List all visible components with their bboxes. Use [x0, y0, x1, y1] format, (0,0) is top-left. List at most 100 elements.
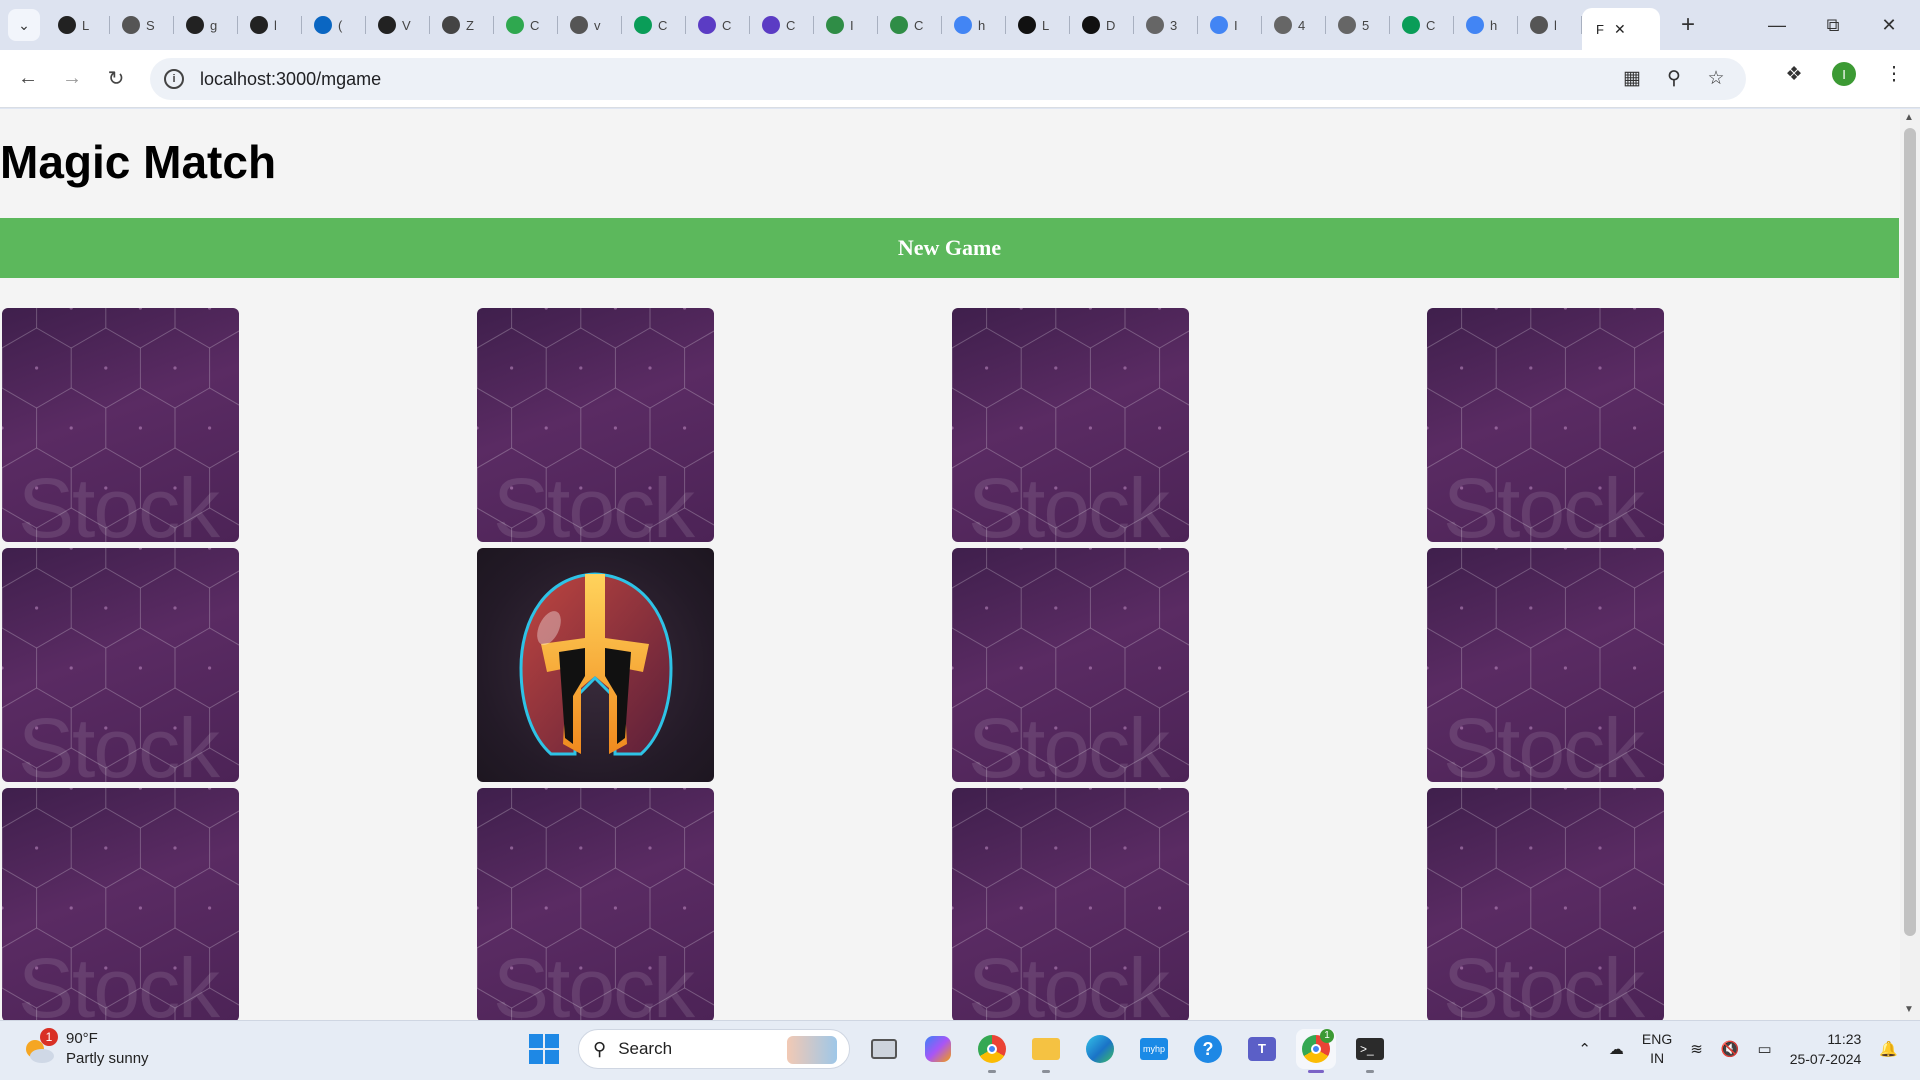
browser-tab[interactable]: C — [1390, 0, 1454, 50]
browser-tab[interactable]: I — [1198, 0, 1262, 50]
extensions-icon[interactable]: ❖ — [1782, 62, 1806, 86]
weather-badge: 1 — [40, 1028, 58, 1046]
browser-tab[interactable]: 4 — [1262, 0, 1326, 50]
terminal-icon[interactable]: >_ — [1350, 1029, 1390, 1073]
edge-icon[interactable] — [1080, 1029, 1120, 1069]
browser-tab[interactable]: I — [814, 0, 878, 50]
notifications-bell-icon[interactable]: 🔔 — [1879, 1040, 1898, 1058]
minimize-button[interactable]: — — [1749, 0, 1805, 50]
help-icon[interactable]: ? — [1188, 1029, 1228, 1069]
memory-card[interactable]: Stock — [1427, 788, 1664, 1020]
browser-tab[interactable]: C — [622, 0, 686, 50]
browser-tab[interactable]: 3 — [1134, 0, 1198, 50]
address-bar[interactable]: i localhost:3000/mgame ▦ ⚲ ☆ — [150, 58, 1746, 100]
google-icon — [1210, 16, 1228, 34]
browser-tab[interactable]: L — [46, 0, 110, 50]
chevron-up-icon[interactable]: ⌃ — [1578, 1040, 1591, 1058]
clock[interactable]: 11:23 25-07-2024 — [1790, 1029, 1862, 1069]
tab-title: h — [978, 17, 986, 33]
bookmark-star-icon[interactable]: ☆ — [1704, 66, 1728, 90]
memory-card[interactable]: Stock — [1427, 548, 1664, 782]
close-tab-icon[interactable]: ✕ — [1614, 21, 1626, 38]
scroll-up-icon[interactable]: ▲ — [1904, 112, 1914, 123]
tab-title: L — [82, 17, 90, 33]
card-watermark: Stock — [1443, 701, 1645, 782]
browser-tab[interactable]: Z — [430, 0, 494, 50]
browser-tab[interactable]: v — [558, 0, 622, 50]
memory-card[interactable]: Stock — [2, 788, 239, 1020]
battery-icon[interactable]: ▭ — [1758, 1040, 1772, 1058]
profile-avatar[interactable]: I — [1832, 62, 1856, 86]
myhp-icon[interactable]: myhp — [1134, 1029, 1174, 1069]
memory-card[interactable]: Stock — [477, 788, 714, 1020]
github-icon — [58, 16, 76, 34]
active-tab[interactable]: F ✕ — [1582, 8, 1660, 50]
browser-tab[interactable]: h — [942, 0, 1006, 50]
close-window-button[interactable]: ✕ — [1861, 0, 1917, 50]
windows-start-icon[interactable] — [524, 1029, 564, 1069]
speaker-muted-icon[interactable]: 🔇 — [1721, 1040, 1740, 1058]
browser-tab[interactable]: l — [238, 0, 302, 50]
tab-title: Z — [466, 17, 474, 33]
browser-tab[interactable]: C — [878, 0, 942, 50]
browser-tab[interactable]: C — [750, 0, 814, 50]
weather-widget[interactable]: 1 90°F Partly sunny — [22, 1028, 149, 1069]
memory-card-revealed[interactable] — [477, 548, 714, 782]
gfg-icon — [826, 16, 844, 34]
h-icon — [1082, 16, 1100, 34]
forward-button[interactable]: → — [52, 59, 92, 99]
new-game-button[interactable]: New Game — [0, 218, 1899, 278]
copilot-icon[interactable] — [918, 1029, 958, 1069]
system-tray: ⌃ ☁ ENG IN ≋ 🔇 ▭ 11:23 25-07-2024 🔔 — [1578, 1029, 1898, 1069]
tab-search-button[interactable]: ⌄ — [8, 9, 40, 41]
onedrive-icon[interactable]: ☁ — [1609, 1040, 1624, 1058]
zoom-icon[interactable]: ⚲ — [1662, 66, 1686, 90]
browser-tab[interactable]: h — [1454, 0, 1518, 50]
url-text[interactable]: localhost:3000/mgame — [200, 69, 381, 90]
new-tab-button[interactable]: + — [1674, 11, 1702, 39]
restore-button[interactable]: ⧉ — [1805, 0, 1861, 50]
browser-tab[interactable]: S — [110, 0, 174, 50]
reload-button[interactable]: ↻ — [96, 59, 136, 99]
card-watermark: Stock — [493, 461, 695, 542]
browser-tab[interactable]: l — [1518, 0, 1582, 50]
tab-title: C — [786, 17, 796, 33]
file-explorer-icon[interactable] — [1026, 1029, 1066, 1073]
memory-card[interactable]: Stock — [952, 308, 1189, 542]
memory-card[interactable]: Stock — [952, 548, 1189, 782]
browser-tab[interactable]: C — [686, 0, 750, 50]
browser-tab[interactable]: 5 — [1326, 0, 1390, 50]
browser-tab[interactable]: ( — [302, 0, 366, 50]
memory-card[interactable]: Stock — [2, 308, 239, 542]
wifi-icon[interactable]: ≋ — [1690, 1040, 1703, 1058]
memory-card[interactable]: Stock — [2, 548, 239, 782]
memory-card[interactable]: Stock — [952, 788, 1189, 1020]
browser-tab[interactable]: V — [366, 0, 430, 50]
scroll-down-icon[interactable]: ▼ — [1904, 1004, 1914, 1015]
task-view-icon[interactable] — [864, 1029, 904, 1069]
taskbar-search[interactable]: ⚲ Search — [578, 1029, 850, 1069]
chrome-active-icon[interactable]: 1 — [1296, 1029, 1336, 1073]
back-button[interactable]: ← — [8, 59, 48, 99]
card-watermark: Stock — [18, 701, 220, 782]
memory-card[interactable]: Stock — [1427, 308, 1664, 542]
clock-time: 11:23 — [1827, 1031, 1862, 1047]
language-indicator[interactable]: ENG IN — [1642, 1030, 1672, 1068]
lang-line2: IN — [1650, 1050, 1665, 1066]
menu-kebab-icon[interactable]: ⋮ — [1882, 62, 1906, 86]
teams-icon[interactable]: T — [1242, 1029, 1282, 1069]
install-app-icon[interactable]: ▦ — [1620, 66, 1644, 90]
chrome-pinned-icon[interactable] — [972, 1029, 1012, 1073]
scrollbar-thumb[interactable] — [1904, 128, 1916, 936]
browser-tab[interactable]: C — [494, 0, 558, 50]
browser-tab[interactable]: g — [174, 0, 238, 50]
active-tab-title: F — [1596, 21, 1604, 37]
tab-title: g — [210, 17, 218, 33]
forward-arrow-icon: → — [62, 67, 82, 89]
browser-tab[interactable]: D — [1070, 0, 1134, 50]
browser-tab[interactable]: L — [1006, 0, 1070, 50]
card-watermark: Stock — [18, 461, 220, 542]
memory-card[interactable]: Stock — [477, 308, 714, 542]
site-info-icon[interactable]: i — [164, 69, 184, 89]
tab-title: C — [914, 17, 924, 33]
